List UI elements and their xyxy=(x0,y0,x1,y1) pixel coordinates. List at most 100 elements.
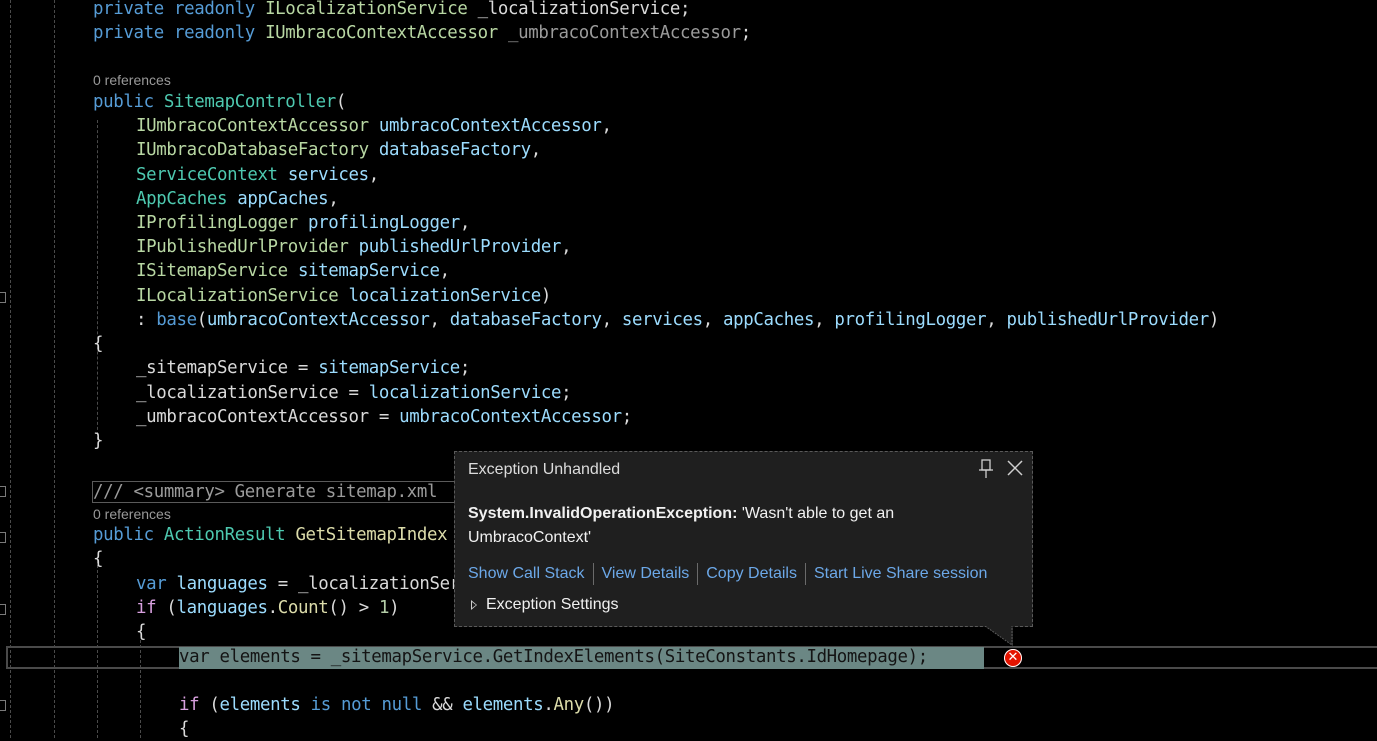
code-line[interactable]: { xyxy=(93,332,103,356)
punctuation: ) xyxy=(389,598,400,618)
punctuation: , xyxy=(702,310,724,330)
code-line[interactable]: IUmbracoDatabaseFactory databaseFactory, xyxy=(136,138,541,162)
keyword: not xyxy=(340,695,372,715)
outline-collapse-toggle[interactable] xyxy=(0,604,6,615)
parameter-name: umbracoContextAccessor xyxy=(399,407,622,427)
parameter-name: umbracoContextAccessor xyxy=(378,116,602,136)
code-line[interactable]: _umbracoContextAccessor = umbracoContext… xyxy=(136,405,632,429)
pin-icon[interactable] xyxy=(978,459,994,479)
parameter-name: databaseFactory xyxy=(378,140,531,160)
code-line[interactable]: { xyxy=(93,547,103,571)
codelens-references[interactable]: 0 references xyxy=(93,71,171,89)
code-line[interactable]: if (languages.Count() > 1) xyxy=(136,596,400,620)
code-line[interactable]: public SitemapController( xyxy=(93,90,346,114)
popup-title: Exception Unhandled xyxy=(468,461,621,478)
punctuation: ( xyxy=(196,310,207,330)
punctuation: ) xyxy=(1208,310,1219,330)
field-name: _localizationService xyxy=(477,0,681,19)
code-line[interactable]: ServiceContext services, xyxy=(136,163,379,187)
exception-message: System.InvalidOperationException: 'Wasn'… xyxy=(468,502,1008,550)
outline-collapse-toggle[interactable] xyxy=(0,532,6,543)
punctuation: , xyxy=(368,165,379,185)
error-x-icon[interactable]: ✕ xyxy=(1004,649,1022,667)
code-line[interactable]: { xyxy=(179,717,189,741)
parameter-name: appCaches xyxy=(723,310,815,330)
outline-collapse-toggle[interactable] xyxy=(0,292,6,303)
code-line[interactable]: IUmbracoContextAccessor umbracoContextAc… xyxy=(136,114,612,138)
code-line[interactable]: _sitemapService = sitemapService; xyxy=(136,356,470,380)
punctuation: ( xyxy=(199,695,220,715)
parameter-name: sitemapService xyxy=(318,358,460,378)
punctuation: , xyxy=(439,261,450,281)
code-line[interactable]: public ActionResult GetSitemapIndex xyxy=(93,523,455,547)
type-name: ILocalizationService xyxy=(136,286,339,306)
type-name: AppCaches xyxy=(136,189,228,209)
parameter-name: umbracoContextAccessor xyxy=(206,310,430,330)
punctuation: ; xyxy=(740,23,751,43)
popup-callout-tail xyxy=(985,626,1013,646)
exception-settings-expander[interactable]: Exception Settings xyxy=(471,593,619,617)
copy-details-link[interactable]: Copy Details xyxy=(706,562,797,586)
outline-collapse-toggle[interactable] xyxy=(0,486,6,497)
keyword: public xyxy=(93,525,154,545)
punctuation: ( xyxy=(335,92,347,112)
code-line[interactable]: var languages = _localizationService xyxy=(136,572,454,596)
punctuation: : xyxy=(136,310,157,330)
codelens-references[interactable]: 0 references xyxy=(93,505,171,523)
start-live-share-link[interactable]: Start Live Share session xyxy=(814,562,987,586)
code-line[interactable]: ILocalizationService localizationService… xyxy=(136,284,551,308)
type-name: ISitemapService xyxy=(136,261,288,281)
operator: && xyxy=(421,695,463,715)
keyword: if xyxy=(136,598,157,618)
code-line[interactable]: : base(umbracoContextAccessor, databaseF… xyxy=(136,308,1219,332)
code-editor[interactable]: private readonly ILocalizationService _l… xyxy=(0,0,1377,741)
divider xyxy=(592,563,594,585)
punctuation: , xyxy=(429,310,450,330)
keyword: is xyxy=(310,695,332,715)
outline-collapse-toggle[interactable] xyxy=(0,700,6,711)
code-line[interactable]: IProfilingLogger profilingLogger, xyxy=(136,211,470,235)
code-line[interactable]: AppCaches appCaches, xyxy=(136,187,339,211)
indent-guide xyxy=(54,0,55,738)
current-statement[interactable]: var elements = _sitemapService.GetIndexE… xyxy=(179,645,928,669)
code-line[interactable]: if (elements is not null && elements.Any… xyxy=(179,693,615,717)
divider xyxy=(697,563,699,585)
view-details-link[interactable]: View Details xyxy=(602,562,690,586)
variable-name: languages xyxy=(176,598,268,618)
punctuation: . xyxy=(267,598,278,618)
code-line[interactable]: private readonly ILocalizationService _l… xyxy=(93,0,690,21)
operator: = xyxy=(368,407,400,427)
show-call-stack-link[interactable]: Show Call Stack xyxy=(468,562,585,586)
code-line[interactable]: private readonly IUmbracoContextAccessor… xyxy=(93,21,751,45)
keyword: if xyxy=(179,695,200,715)
doc-comment[interactable]: /// <summary> Generate sitemap.xml xyxy=(93,480,455,504)
field-name: _localizationService xyxy=(136,383,339,403)
parameter-name: localizationService xyxy=(348,286,542,306)
type-name: IUmbracoDatabaseFactory xyxy=(136,140,369,160)
field-name: _localizationService xyxy=(297,574,454,594)
code-line[interactable]: { xyxy=(136,620,146,644)
code-line[interactable]: IPublishedUrlProvider publishedUrlProvid… xyxy=(136,235,572,259)
parameter-name: databaseFactory xyxy=(449,310,602,330)
parameter-name: sitemapService xyxy=(297,261,440,281)
constructor-name: SitemapController xyxy=(163,92,336,112)
punctuation: , xyxy=(601,116,612,136)
punctuation: ( xyxy=(156,598,177,618)
code-line[interactable]: ISitemapService sitemapService, xyxy=(136,259,450,283)
code-line[interactable]: } xyxy=(93,429,103,453)
punctuation: ; xyxy=(621,407,632,427)
punctuation: , xyxy=(459,213,470,233)
close-icon[interactable] xyxy=(1005,458,1025,478)
exception-unhandled-popup: Exception Unhandled System.InvalidOperat… xyxy=(454,451,1033,627)
code-line[interactable]: _localizationService = localizationServi… xyxy=(136,381,572,405)
